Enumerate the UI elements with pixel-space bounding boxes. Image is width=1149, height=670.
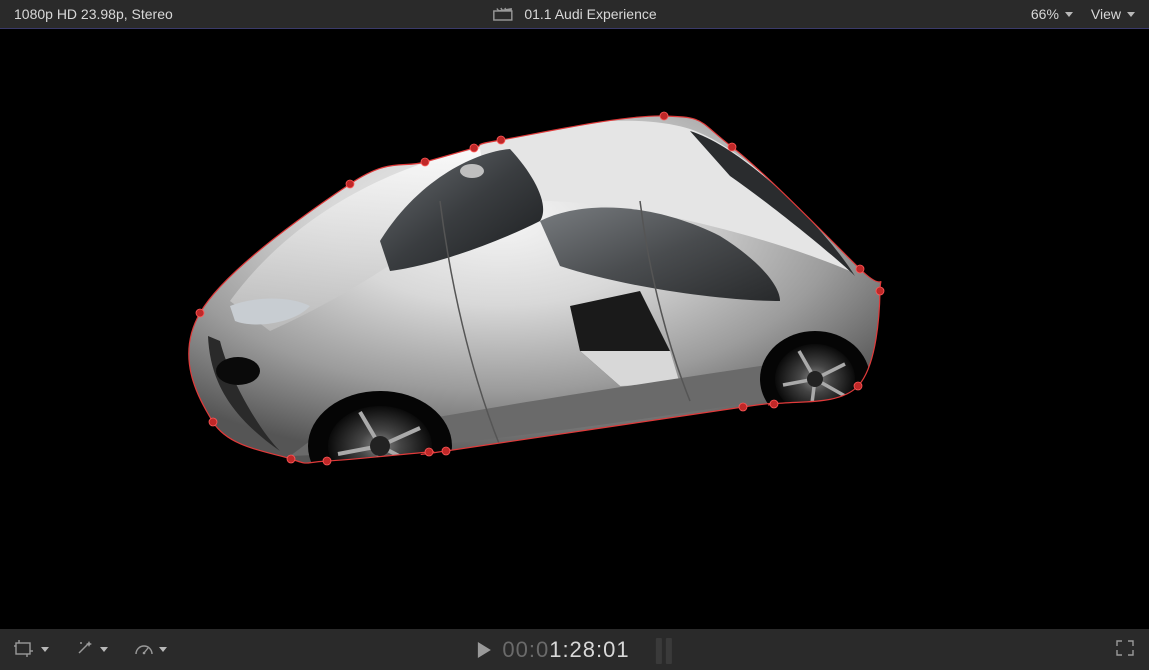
clip-title-area[interactable]: 01.1 Audi Experience — [492, 5, 656, 24]
mask-control-point[interactable] — [660, 112, 668, 120]
chevron-down-icon — [41, 647, 49, 652]
clapperboard-icon — [492, 5, 512, 24]
play-button[interactable] — [477, 642, 490, 658]
playback-controls: 00:01:28:01 — [477, 636, 671, 664]
view-menu-dropdown[interactable]: View — [1091, 6, 1135, 22]
magic-wand-icon — [75, 639, 95, 660]
chevron-down-icon — [1127, 12, 1135, 17]
mask-control-point[interactable] — [854, 382, 862, 390]
viewer-top-bar: 1080p HD 23.98p, Stereo 01.1 Audi Experi… — [0, 0, 1149, 28]
audio-meters[interactable] — [656, 636, 672, 664]
mask-control-point[interactable] — [287, 455, 295, 463]
mask-control-point[interactable] — [425, 448, 433, 456]
format-info: 1080p HD 23.98p, Stereo — [14, 6, 173, 22]
chevron-down-icon — [159, 647, 167, 652]
mask-control-point[interactable] — [209, 418, 217, 426]
mask-control-point[interactable] — [323, 457, 331, 465]
mask-control-point[interactable] — [876, 287, 884, 295]
view-menu-label: View — [1091, 6, 1121, 22]
mask-control-point[interactable] — [770, 400, 778, 408]
viewer-frame[interactable] — [80, 51, 1070, 607]
viewer-canvas-area[interactable] — [0, 28, 1149, 629]
chevron-down-icon — [1065, 12, 1073, 17]
mask-control-point[interactable] — [421, 158, 429, 166]
fullscreen-icon — [1115, 639, 1135, 657]
audio-meter-right — [666, 638, 672, 664]
clip-title: 01.1 Audi Experience — [524, 6, 656, 22]
mask-control-point[interactable] — [442, 447, 450, 455]
zoom-level-dropdown[interactable]: 66% — [1031, 6, 1073, 22]
speedometer-icon — [134, 640, 154, 659]
zoom-level-value: 66% — [1031, 6, 1059, 22]
timecode-bright: 1:28:01 — [549, 637, 629, 662]
timecode-display[interactable]: 00:01:28:01 — [502, 637, 629, 663]
viewer-content-svg[interactable] — [80, 51, 1070, 607]
viewer-bottom-bar: 00:01:28:01 — [0, 629, 1149, 670]
mask-control-point[interactable] — [470, 144, 478, 152]
mask-control-point[interactable] — [728, 143, 736, 151]
chevron-down-icon — [100, 647, 108, 652]
retime-tool-menu[interactable] — [134, 640, 167, 659]
mask-control-point[interactable] — [856, 265, 864, 273]
mask-control-point[interactable] — [739, 403, 747, 411]
mask-control-point[interactable] — [196, 309, 204, 317]
mask-control-point[interactable] — [346, 180, 354, 188]
enhancements-tool-menu[interactable] — [75, 639, 108, 660]
transform-tool-menu[interactable] — [14, 639, 49, 660]
transform-crop-icon — [14, 639, 36, 660]
audio-meter-left — [656, 638, 662, 664]
fullscreen-button[interactable] — [1115, 639, 1135, 660]
car-image — [188, 116, 880, 501]
mask-control-point[interactable] — [497, 136, 505, 144]
timecode-dim: 00:0 — [502, 637, 549, 662]
